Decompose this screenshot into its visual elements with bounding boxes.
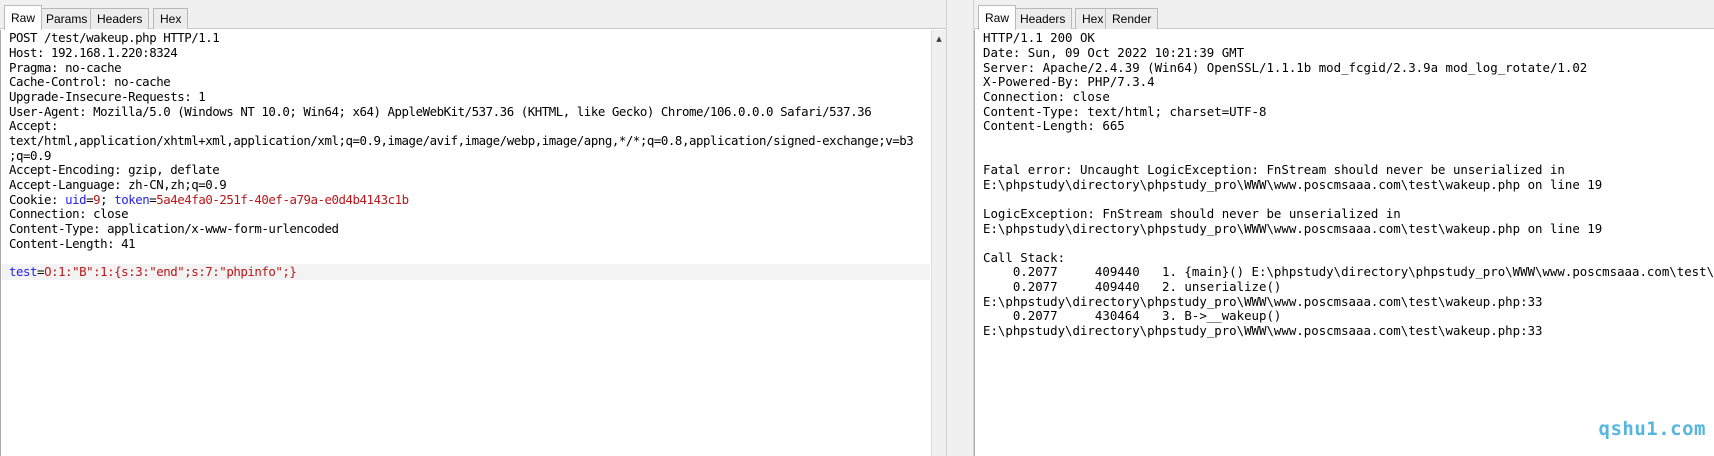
cookie-label: Cookie: (9, 192, 66, 207)
response-header: Content-Length: 665 (983, 118, 1125, 133)
request-host-header: Host: 192.168.1.220:8324 (9, 45, 178, 60)
request-editor[interactable]: POST /test/wakeup.php HTTP/1.1 Host: 192… (0, 30, 946, 456)
body-equals: = (37, 264, 45, 279)
request-header: Accept-Language: zh-CN,zh;q=0.9 (9, 177, 227, 192)
request-header: Accept: (9, 118, 59, 133)
request-panel: Raw Params Headers Hex POST /test/wakeup… (0, 0, 946, 456)
panel-splitter[interactable] (946, 0, 974, 456)
response-body-line: E:\phpstudy\directory\phpstudy_pro\WWW\w… (983, 177, 1603, 192)
body-param-value: O:1:"B":1:{s:3:"end";s:7:"phpinfo";} (44, 264, 297, 279)
request-body: test=O:1:"B":1:{s:3:"end";s:7:"phpinfo";… (9, 264, 297, 280)
request-tab-params[interactable]: Params (39, 8, 95, 29)
response-header: X-Powered-By: PHP/7.3.4 (983, 74, 1155, 89)
request-tab-bar: Raw Params Headers Hex (0, 0, 946, 30)
cookie-name-uid: uid (65, 192, 87, 207)
cookie-name-token: token (114, 192, 150, 207)
watermark-logo: qshu1.com (1598, 418, 1706, 440)
request-header: Content-Type: application/x-www-form-url… (9, 221, 339, 236)
response-body-line: Fatal error: Uncaught LogicException: Fn… (983, 162, 1565, 177)
response-viewer[interactable]: HTTP/1.1 200 OK Date: Sun, 09 Oct 2022 1… (974, 30, 1714, 456)
request-header: Content-Length: 41 (9, 236, 136, 251)
request-header: Connection: close (9, 206, 129, 221)
request-header: Upgrade-Insecure-Requests: 1 (9, 89, 206, 104)
request-header: Cache-Control: no-cache (9, 74, 171, 89)
request-scrollbar[interactable]: ▴ (931, 30, 946, 456)
response-body-line: E:\phpstudy\directory\phpstudy_pro\WWW\w… (983, 323, 1543, 338)
request-tab-hex[interactable]: Hex (153, 8, 189, 29)
request-tab-raw[interactable]: Raw (4, 5, 43, 30)
response-body-line: 0.2077 409440 1. {main}() E:\phpstudy\di… (1012, 264, 1714, 279)
response-body-line: E:\phpstudy\directory\phpstudy_pro\WWW\w… (983, 221, 1603, 236)
body-param-name: test (9, 264, 38, 279)
response-header: Connection: close (983, 89, 1110, 104)
response-body-line: LogicException: FnStream should never be… (983, 206, 1401, 221)
scroll-up-arrow-icon[interactable]: ▴ (932, 32, 946, 46)
request-line: POST /test/wakeup.php HTTP/1.1 (9, 30, 220, 45)
response-body-line: 0.2077 430464 3. B->__wakeup() (983, 308, 1282, 323)
response-header: Date: Sun, 09 Oct 2022 10:21:39 GMT (983, 45, 1245, 60)
request-header: User-Agent: Mozilla/5.0 (Windows NT 10.0… (9, 104, 872, 119)
request-header: text/html,application/xhtml+xml,applicat… (9, 133, 914, 148)
cookie-separator: ; (100, 192, 115, 207)
response-tab-raw[interactable]: Raw (978, 5, 1017, 30)
cookie-value-token: 5a4e4fa0-251f-40ef-a79a-e0d4b4143c1b (156, 192, 409, 207)
response-status-line: HTTP/1.1 200 OK (983, 30, 1095, 45)
response-body-line: 0.2077 409440 2. unserialize() (983, 279, 1282, 294)
response-panel: Raw Headers Hex Render HTTP/1.1 200 OK D… (974, 0, 1714, 456)
response-tab-render[interactable]: Render (1105, 8, 1159, 29)
request-tab-headers[interactable]: Headers (90, 8, 150, 29)
request-header: Accept-Encoding: gzip, deflate (9, 162, 220, 177)
response-tab-bar: Raw Headers Hex Render (974, 0, 1714, 30)
response-tab-headers[interactable]: Headers (1013, 8, 1073, 29)
